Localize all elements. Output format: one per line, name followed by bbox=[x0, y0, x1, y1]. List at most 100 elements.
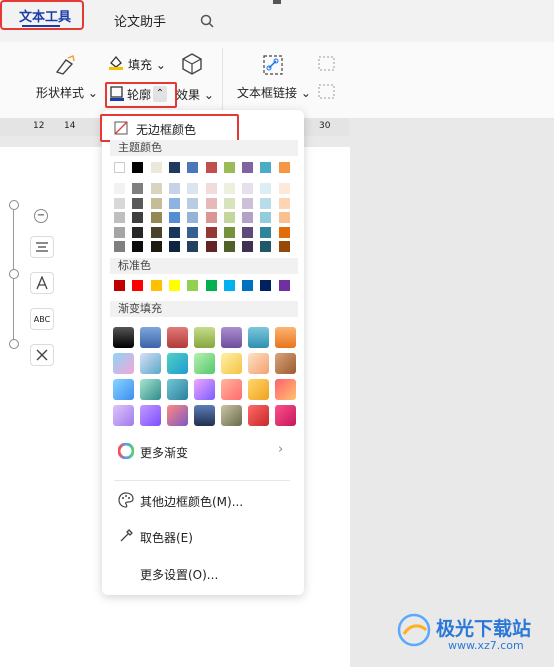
color-swatch[interactable] bbox=[187, 212, 199, 223]
color-swatch[interactable] bbox=[114, 212, 125, 223]
color-swatch[interactable] bbox=[260, 226, 272, 238]
color-swatch[interactable] bbox=[223, 197, 235, 209]
color-swatch[interactable] bbox=[205, 226, 217, 238]
color-swatch[interactable] bbox=[187, 162, 199, 173]
text-box-link-button[interactable]: 文本框链接 ⌄ bbox=[237, 84, 311, 101]
color-swatch[interactable] bbox=[223, 226, 235, 238]
color-swatch[interactable] bbox=[205, 212, 217, 223]
other-border-color-item[interactable]: 其他边框颜色(M)... bbox=[140, 493, 243, 510]
tab-text-tools[interactable]: 文本工具 bbox=[0, 0, 84, 30]
color-swatch[interactable] bbox=[113, 353, 134, 374]
color-swatch[interactable] bbox=[114, 226, 125, 238]
outline-dropdown-chevron-icon[interactable]: ⌃ bbox=[153, 86, 167, 102]
collapse-toolbar-icon[interactable]: − bbox=[34, 209, 48, 223]
color-swatch[interactable] bbox=[275, 405, 296, 426]
color-swatch[interactable] bbox=[168, 212, 180, 223]
more-settings-item[interactable]: 更多设置(O)... bbox=[140, 566, 218, 583]
color-swatch[interactable] bbox=[223, 183, 235, 194]
text-effect-icon[interactable] bbox=[30, 272, 54, 294]
color-swatch[interactable] bbox=[205, 183, 217, 194]
color-swatch[interactable] bbox=[113, 327, 134, 348]
color-swatch[interactable] bbox=[223, 241, 235, 252]
textbox-backward-icon[interactable] bbox=[318, 84, 336, 100]
no-border-label[interactable]: 无边框颜色 bbox=[136, 121, 196, 138]
color-swatch[interactable] bbox=[113, 405, 134, 426]
color-swatch[interactable] bbox=[140, 405, 161, 426]
color-swatch[interactable] bbox=[167, 353, 188, 374]
color-swatch[interactable] bbox=[168, 197, 180, 209]
color-swatch[interactable] bbox=[260, 241, 272, 252]
color-swatch[interactable] bbox=[114, 197, 125, 209]
color-swatch[interactable] bbox=[278, 241, 290, 252]
color-swatch[interactable] bbox=[248, 405, 269, 426]
shape-style-icon[interactable] bbox=[54, 54, 76, 76]
color-swatch[interactable] bbox=[140, 353, 161, 374]
color-swatch[interactable] bbox=[194, 379, 215, 400]
color-swatch[interactable] bbox=[150, 162, 162, 173]
color-swatch[interactable] bbox=[194, 405, 215, 426]
color-swatch[interactable] bbox=[150, 280, 162, 291]
color-swatch[interactable] bbox=[260, 183, 272, 194]
resize-handle[interactable] bbox=[9, 269, 19, 279]
color-swatch[interactable] bbox=[114, 241, 125, 252]
outline-button[interactable]: 轮廓 bbox=[127, 86, 151, 103]
color-swatch[interactable] bbox=[260, 280, 272, 291]
color-swatch[interactable] bbox=[248, 379, 269, 400]
spellcheck-abc-icon[interactable]: ABC bbox=[30, 308, 54, 330]
color-swatch[interactable] bbox=[187, 280, 199, 291]
color-swatch[interactable] bbox=[114, 183, 125, 194]
resize-handle[interactable] bbox=[9, 339, 19, 349]
color-swatch[interactable] bbox=[168, 226, 180, 238]
color-swatch[interactable] bbox=[168, 162, 180, 173]
textbox-forward-icon[interactable] bbox=[318, 56, 336, 72]
color-swatch[interactable] bbox=[132, 183, 144, 194]
tab-paper-assistant[interactable]: 论文助手 bbox=[114, 11, 166, 30]
color-swatch[interactable] bbox=[278, 197, 290, 209]
color-swatch[interactable] bbox=[221, 379, 242, 400]
tools-icon[interactable] bbox=[30, 344, 54, 366]
color-swatch[interactable] bbox=[167, 379, 188, 400]
color-swatch[interactable] bbox=[223, 280, 235, 291]
color-swatch[interactable] bbox=[248, 353, 269, 374]
fill-button[interactable]: 填充 ⌄ bbox=[128, 56, 166, 73]
color-swatch[interactable] bbox=[187, 197, 199, 209]
color-swatch[interactable] bbox=[242, 212, 254, 223]
color-swatch[interactable] bbox=[278, 226, 290, 238]
layout-option-icon[interactable] bbox=[30, 236, 54, 258]
color-swatch[interactable] bbox=[168, 183, 180, 194]
color-swatch[interactable] bbox=[150, 212, 162, 223]
effect-button[interactable]: 效果 ⌄ bbox=[176, 86, 214, 103]
color-swatch[interactable] bbox=[275, 353, 296, 374]
color-swatch[interactable] bbox=[260, 212, 272, 223]
color-swatch[interactable] bbox=[242, 226, 254, 238]
color-swatch[interactable] bbox=[260, 162, 272, 173]
color-swatch[interactable] bbox=[194, 327, 215, 348]
color-swatch[interactable] bbox=[168, 241, 180, 252]
color-swatch[interactable] bbox=[114, 162, 125, 173]
color-swatch[interactable] bbox=[242, 241, 254, 252]
color-swatch[interactable] bbox=[187, 241, 199, 252]
color-swatch[interactable] bbox=[150, 197, 162, 209]
color-swatch[interactable] bbox=[205, 197, 217, 209]
eyedropper-item[interactable]: 取色器(E) bbox=[140, 529, 193, 546]
color-swatch[interactable] bbox=[278, 212, 290, 223]
color-swatch[interactable] bbox=[248, 327, 269, 348]
color-swatch[interactable] bbox=[205, 241, 217, 252]
color-swatch[interactable] bbox=[187, 183, 199, 194]
color-swatch[interactable] bbox=[223, 162, 235, 173]
more-gradient-item[interactable]: 更多渐变 bbox=[140, 444, 188, 461]
hexagon-icon[interactable] bbox=[180, 52, 204, 76]
color-swatch[interactable] bbox=[168, 280, 180, 291]
color-swatch[interactable] bbox=[205, 280, 217, 291]
color-swatch[interactable] bbox=[140, 327, 161, 348]
search-icon[interactable] bbox=[200, 14, 214, 28]
color-swatch[interactable] bbox=[150, 241, 162, 252]
shape-style-button[interactable]: 形状样式 ⌄ bbox=[36, 84, 98, 101]
color-swatch[interactable] bbox=[113, 379, 134, 400]
color-swatch[interactable] bbox=[275, 379, 296, 400]
color-swatch[interactable] bbox=[187, 226, 199, 238]
color-swatch[interactable] bbox=[275, 327, 296, 348]
color-swatch[interactable] bbox=[242, 197, 254, 209]
color-swatch[interactable] bbox=[221, 353, 242, 374]
color-swatch[interactable] bbox=[242, 183, 254, 194]
